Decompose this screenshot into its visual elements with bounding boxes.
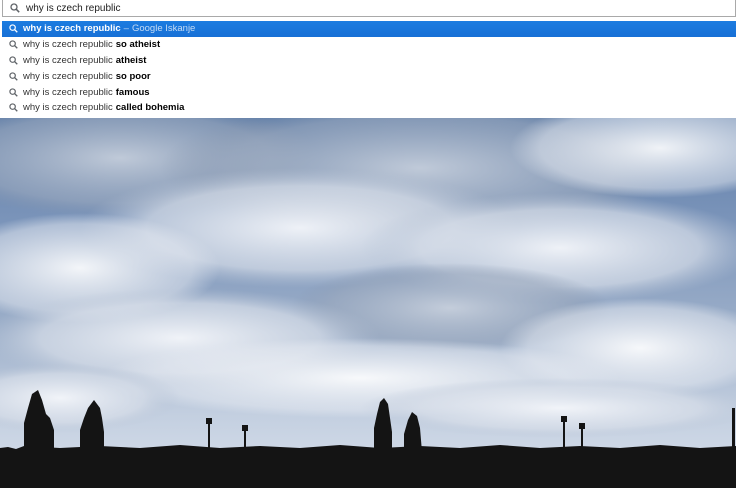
suggestion-item[interactable]: why is czech republic so poor — [2, 68, 736, 84]
suggestion-item[interactable]: why is czech republic famous — [2, 84, 736, 100]
search-icon — [6, 85, 20, 99]
search-icon — [6, 101, 20, 115]
suggestion-separator: – — [123, 23, 129, 35]
suggestion-list: why is czech republic – Google Iskanje w… — [2, 21, 736, 116]
suggestion-item[interactable]: why is czech republic so atheist — [2, 37, 736, 53]
address-bar[interactable]: why is czech republic — [2, 0, 736, 17]
search-icon — [6, 53, 20, 67]
background-photo — [0, 118, 736, 488]
search-icon — [6, 38, 20, 52]
bridge-skyline-illustration — [0, 118, 736, 488]
suggestion-completion: famous — [115, 86, 150, 98]
clouds — [0, 118, 736, 438]
search-icon — [7, 0, 23, 16]
suggestion-completion: so atheist — [115, 39, 161, 51]
suggestion-base-text: why is czech republic — [23, 86, 113, 98]
suggestion-base-text: why is czech republic — [23, 102, 113, 114]
address-bar-text[interactable]: why is czech republic — [26, 3, 120, 14]
suggestion-base-text: why is czech republic — [23, 39, 113, 51]
suggestion-completion: atheist — [115, 54, 147, 66]
suggestion-base-text: why is czech republic — [23, 54, 113, 66]
suggestion-source: Google Iskanje — [131, 23, 196, 35]
suggestion-base-text: why is czech republic — [23, 70, 113, 82]
search-icon — [6, 22, 20, 36]
suggestion-completion: so poor — [115, 70, 151, 82]
suggestion-item[interactable]: why is czech republic – Google Iskanje — [2, 21, 736, 37]
suggestion-base-text: why is czech republic — [23, 23, 121, 35]
suggestion-item[interactable]: why is czech republic called bohemia — [2, 100, 736, 116]
suggestion-completion: called bohemia — [115, 102, 185, 114]
search-icon — [6, 69, 20, 83]
omnibox-dropdown: why is czech republic why is czech repub… — [0, 0, 736, 118]
suggestion-item[interactable]: why is czech republic atheist — [2, 53, 736, 69]
